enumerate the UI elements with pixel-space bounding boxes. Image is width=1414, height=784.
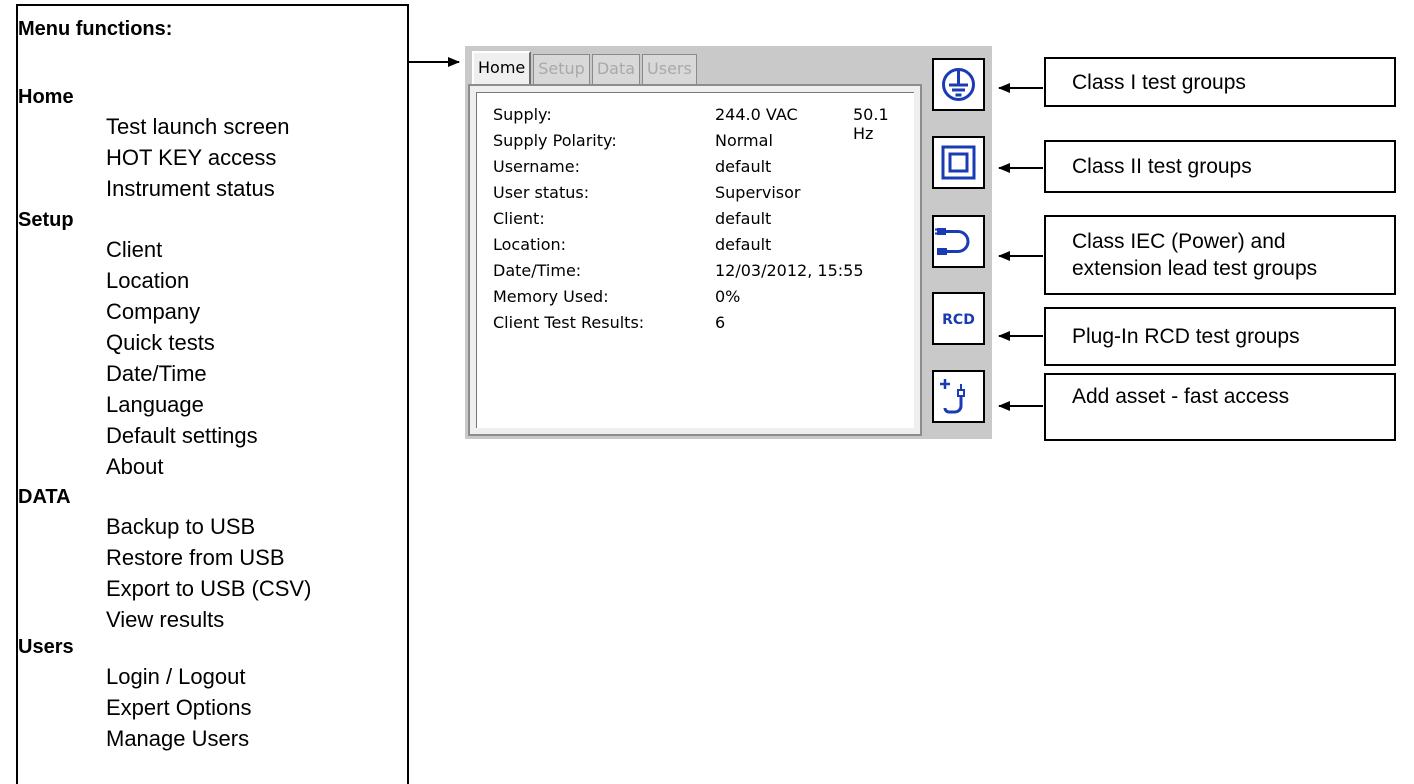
- supply-polarity-value: Normal: [715, 131, 773, 150]
- location-label: Location:: [493, 235, 567, 254]
- callout-class2: Class II test groups: [1044, 140, 1396, 193]
- callout-class1: Class I test groups: [1044, 57, 1396, 107]
- callout-class1-text: Class I test groups: [1072, 70, 1246, 94]
- tab-bar: Home Setup Data Users: [472, 51, 699, 84]
- callout-rcd: Plug-In RCD test groups: [1044, 307, 1396, 366]
- rcd-icon-text: RCD: [942, 312, 975, 328]
- rcd-icon: RCD: [942, 312, 975, 328]
- client-test-results-value: 6: [715, 313, 726, 332]
- user-status-value: Supervisor: [715, 183, 801, 202]
- class1-button[interactable]: [932, 58, 985, 111]
- user-status-label: User status:: [493, 183, 590, 202]
- client-label: Client:: [493, 209, 545, 228]
- date-time-label: Date/Time:: [493, 261, 582, 280]
- double-insulation-icon: [941, 145, 976, 180]
- callout-rcd-text: Plug-In RCD test groups: [1072, 325, 1300, 348]
- iec-button[interactable]: [932, 215, 985, 268]
- date-time-value: 12/03/2012, 15:55: [715, 261, 864, 280]
- callout-add-asset: Add asset - fast access: [1044, 373, 1396, 441]
- power-lead-icon: [935, 228, 970, 255]
- supply-frequency: 50.1 Hz: [853, 105, 889, 143]
- tab-data[interactable]: Data: [591, 54, 641, 84]
- location-value: default: [715, 235, 772, 254]
- supply-value: 244.0 VAC: [715, 105, 798, 124]
- status-list: Supply: 244.0 VAC 50.1 Hz Supply Polarit…: [476, 92, 914, 428]
- callout-add-asset-text: Add asset - fast access: [1072, 385, 1290, 408]
- rcd-button[interactable]: RCD: [932, 292, 985, 345]
- memory-used-label: Memory Used:: [493, 287, 609, 306]
- class2-button[interactable]: [932, 136, 985, 189]
- tab-setup[interactable]: Setup: [533, 54, 590, 84]
- add-asset-icon: [940, 379, 965, 414]
- client-test-results-label: Client Test Results:: [493, 313, 645, 332]
- username-label: Username:: [493, 157, 580, 176]
- supply-polarity-label: Supply Polarity:: [493, 131, 617, 150]
- tab-home[interactable]: Home: [472, 51, 532, 84]
- memory-used-value: 0%: [715, 287, 741, 306]
- tab-users[interactable]: Users: [642, 54, 697, 84]
- add-asset-button[interactable]: [932, 370, 985, 423]
- callout-iec: Class IEC (Power) and extension lead tes…: [1044, 215, 1396, 295]
- callout-iec-line1: Class IEC (Power) and: [1072, 230, 1286, 253]
- earth-ground-icon: [942, 68, 975, 101]
- callout-iec-line2: extension lead test groups: [1072, 257, 1318, 280]
- callout-class2-text: Class II test groups: [1072, 155, 1252, 178]
- client-value: default: [715, 209, 772, 228]
- home-status-panel: Supply: 244.0 VAC 50.1 Hz Supply Polarit…: [468, 84, 922, 436]
- supply-label: Supply:: [493, 105, 552, 124]
- username-value: default: [715, 157, 772, 176]
